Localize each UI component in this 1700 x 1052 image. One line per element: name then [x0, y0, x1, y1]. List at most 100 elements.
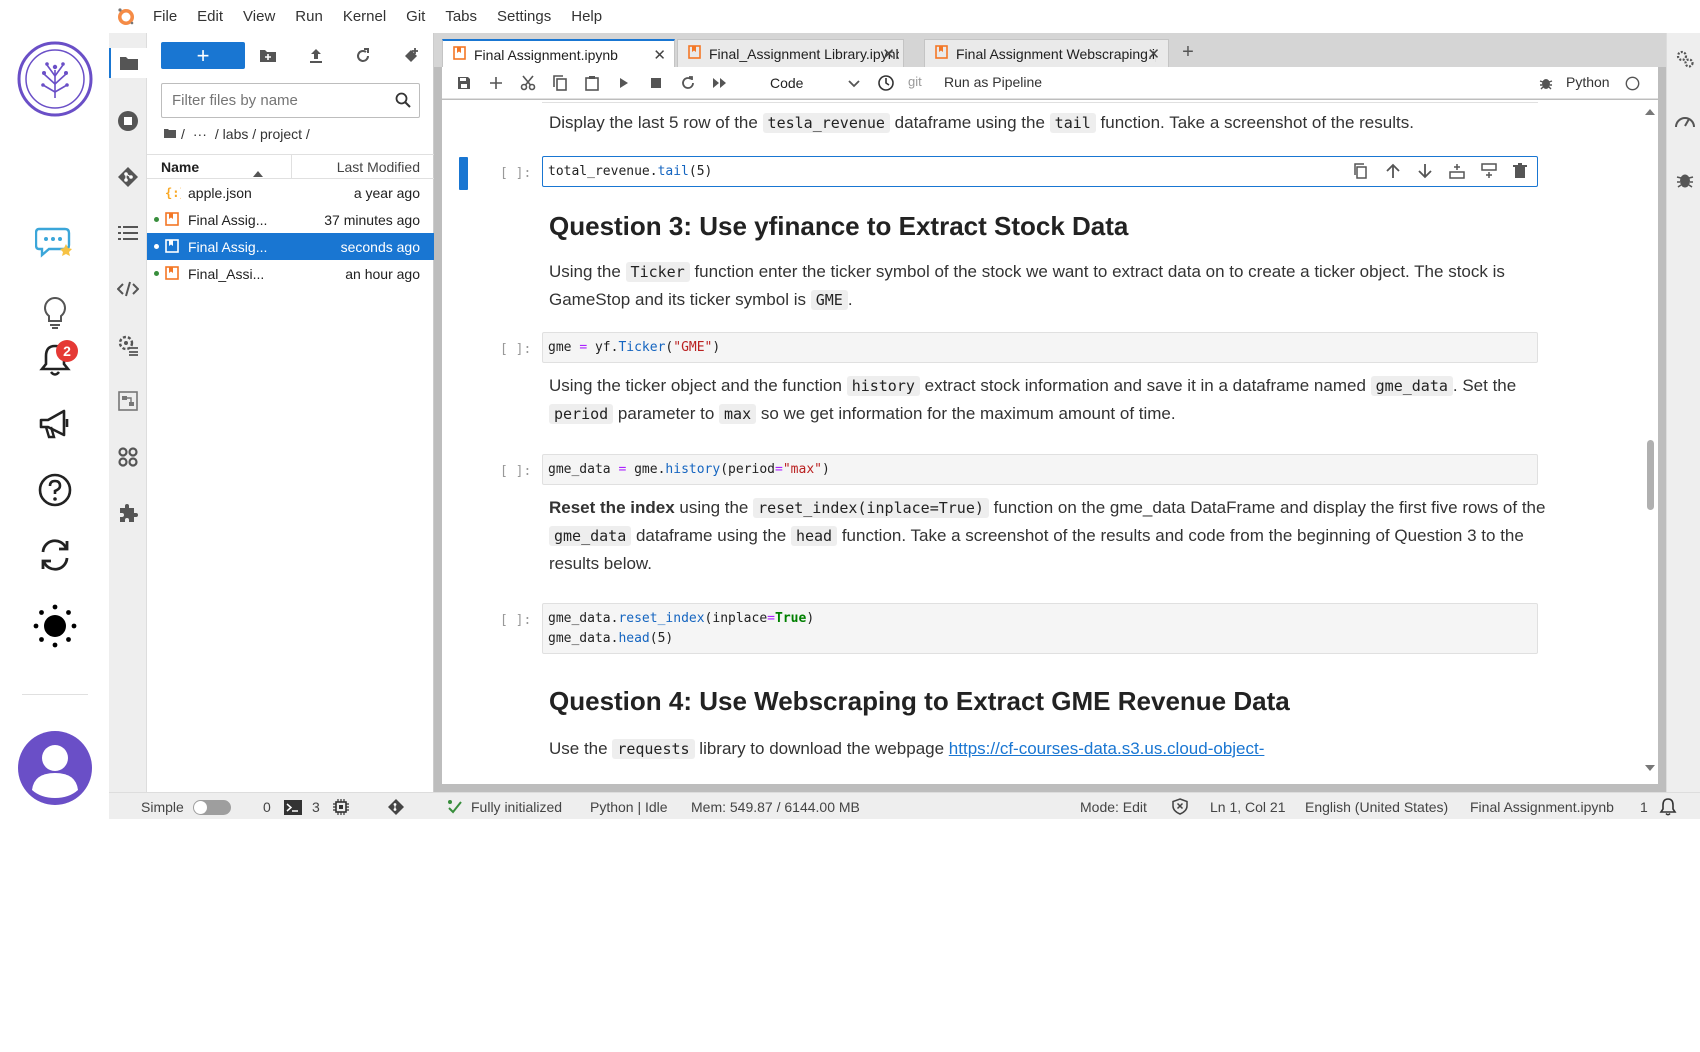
- kernel-status[interactable]: Python | Idle: [590, 799, 668, 815]
- lightbulb-icon[interactable]: [0, 295, 109, 331]
- language-indicator[interactable]: English (United States): [1305, 799, 1448, 815]
- notification-count[interactable]: 1: [1640, 799, 1648, 815]
- file-row[interactable]: Final Assig... seconds ago: [147, 233, 434, 260]
- code-cell-tail[interactable]: total_revenue.tail(5): [542, 156, 1538, 187]
- restart-run-all-icon[interactable]: [710, 74, 730, 92]
- code-cell-reset-index[interactable]: gme_data.reset_index(inplace=True) gme_d…: [542, 603, 1538, 654]
- terminal-count[interactable]: 0: [263, 799, 271, 815]
- webpage-link[interactable]: https://cf-courses-data.s3.us.cloud-obje…: [949, 739, 1265, 758]
- tab-final-assignment-library[interactable]: Final_Assignment Library.ipynb ✕: [677, 39, 904, 67]
- scroll-up-icon[interactable]: [1645, 102, 1655, 120]
- close-tab-icon[interactable]: ✕: [1147, 45, 1160, 63]
- resource-gauge-icon[interactable]: [1674, 111, 1696, 136]
- kernel-count[interactable]: 3: [312, 799, 320, 815]
- kernel-name[interactable]: Python: [1566, 74, 1610, 90]
- menu-kernel[interactable]: Kernel: [333, 0, 396, 33]
- upload-icon[interactable]: [304, 45, 328, 67]
- app-logo-icon[interactable]: [0, 38, 109, 120]
- property-settings-gears-icon[interactable]: [1675, 49, 1695, 74]
- add-tab-button[interactable]: +: [1173, 40, 1203, 66]
- cursor-position[interactable]: Ln 1, Col 21: [1210, 799, 1286, 815]
- debugger-icon[interactable]: [1676, 171, 1694, 194]
- breadcrumb-ellipsis[interactable]: ···: [193, 126, 207, 142]
- markdown-cell-ticker[interactable]: Using the Ticker function enter the tick…: [549, 258, 1559, 314]
- lsp-status-icon[interactable]: [447, 799, 463, 818]
- insert-below-icon[interactable]: [1481, 163, 1497, 186]
- chat-icon[interactable]: [0, 222, 109, 262]
- markdown-cell-display-tail[interactable]: Display the last 5 row of the tesla_reve…: [549, 109, 1559, 137]
- user-avatar-icon[interactable]: [0, 728, 109, 808]
- menu-git[interactable]: Git: [396, 0, 435, 33]
- menu-run[interactable]: Run: [285, 0, 333, 33]
- breadcrumb-path[interactable]: / labs / project /: [215, 126, 310, 142]
- table-of-contents-icon[interactable]: [109, 218, 147, 248]
- file-row[interactable]: Final_Assi... an hour ago: [147, 260, 434, 287]
- column-modified-header[interactable]: Last Modified: [337, 159, 420, 175]
- scroll-down-icon[interactable]: [1645, 758, 1655, 776]
- megaphone-icon[interactable]: [0, 404, 109, 444]
- close-tab-icon[interactable]: ✕: [653, 46, 666, 64]
- filter-files-field[interactable]: [161, 83, 420, 118]
- status-bell-icon[interactable]: [1659, 797, 1677, 819]
- insert-above-icon[interactable]: [1449, 163, 1465, 186]
- menu-file[interactable]: File: [143, 0, 187, 33]
- simple-mode-toggle[interactable]: [193, 800, 231, 815]
- shield-icon[interactable]: [1172, 798, 1188, 818]
- property-inspector-icon[interactable]: [109, 330, 147, 360]
- new-launcher-button[interactable]: +: [161, 42, 245, 69]
- add-cell-icon[interactable]: [486, 74, 506, 92]
- filter-files-input[interactable]: [162, 84, 382, 117]
- theme-sun-icon[interactable]: [0, 604, 109, 648]
- tab-final-assignment[interactable]: Final Assignment.ipynb ✕: [442, 39, 675, 68]
- lsp-status-text[interactable]: Fully initialized: [471, 799, 562, 815]
- git-icon[interactable]: [109, 162, 147, 192]
- sort-ascending-icon[interactable]: [253, 164, 263, 180]
- markdown-cell-history[interactable]: Using the ticker object and the function…: [549, 372, 1559, 428]
- markdown-cell-reset-index[interactable]: Reset the index using the reset_index(in…: [549, 494, 1559, 578]
- run-icon[interactable]: [614, 74, 634, 92]
- menu-settings[interactable]: Settings: [487, 0, 561, 33]
- delete-cell-icon[interactable]: [1513, 163, 1527, 186]
- menu-view[interactable]: View: [233, 0, 285, 33]
- heading-question-4[interactable]: Question 4: Use Webscraping to Extract G…: [549, 684, 1559, 718]
- code-cell-ticker[interactable]: gme = yf.Ticker("GME"): [542, 332, 1538, 363]
- file-row[interactable]: {:} apple.json a year ago: [147, 179, 434, 206]
- extension-manager-puzzle-icon[interactable]: [109, 498, 147, 528]
- help-icon[interactable]: [0, 470, 109, 510]
- run-as-pipeline-button[interactable]: Run as Pipeline: [944, 74, 1042, 90]
- notebook-scrollbar[interactable]: [1640, 100, 1658, 784]
- elyra-pipeline-icon[interactable]: [109, 386, 147, 416]
- copy-icon[interactable]: [550, 74, 570, 92]
- tab-final-assignment-webscraping[interactable]: Final Assignment Webscraping.ipynb ✕: [924, 39, 1169, 67]
- save-icon[interactable]: [454, 74, 474, 92]
- breadcrumb-root[interactable]: /: [181, 126, 185, 142]
- new-folder-icon[interactable]: [256, 45, 280, 67]
- cell-type-dropdown[interactable]: Code: [770, 71, 860, 95]
- heading-question-3[interactable]: Question 3: Use yfinance to Extract Stoc…: [549, 209, 1559, 243]
- running-sessions-icon[interactable]: [109, 106, 147, 136]
- stop-icon[interactable]: [646, 74, 666, 92]
- debugger-bug-icon[interactable]: [1536, 74, 1556, 92]
- move-up-icon[interactable]: [1385, 163, 1401, 186]
- clock-icon[interactable]: [876, 74, 896, 92]
- file-row[interactable]: Final Assig... 37 minutes ago: [147, 206, 434, 233]
- extensions-grid-icon[interactable]: [109, 442, 147, 472]
- code-cell-history[interactable]: gme_data = gme.history(period="max"): [542, 454, 1538, 485]
- refresh-icon[interactable]: [0, 536, 109, 574]
- git-clone-icon[interactable]: [399, 45, 423, 67]
- duplicate-cell-icon[interactable]: [1353, 163, 1369, 186]
- notifications-bell-icon[interactable]: 2: [0, 340, 109, 380]
- restart-kernel-icon[interactable]: [678, 74, 698, 92]
- column-name-header[interactable]: Name: [161, 159, 199, 175]
- paste-icon[interactable]: [582, 74, 602, 92]
- close-tab-icon[interactable]: ✕: [882, 45, 895, 63]
- code-snippets-icon[interactable]: [109, 274, 147, 304]
- move-down-icon[interactable]: [1417, 163, 1433, 186]
- markdown-cell-requests[interactable]: Use the requests library to download the…: [549, 735, 1559, 763]
- git-label[interactable]: git: [908, 74, 922, 89]
- folder-icon[interactable]: [109, 48, 147, 78]
- refresh-files-icon[interactable]: [351, 45, 375, 67]
- menu-edit[interactable]: Edit: [187, 0, 233, 33]
- git-status-icon[interactable]: [387, 798, 405, 819]
- menu-help[interactable]: Help: [561, 0, 612, 33]
